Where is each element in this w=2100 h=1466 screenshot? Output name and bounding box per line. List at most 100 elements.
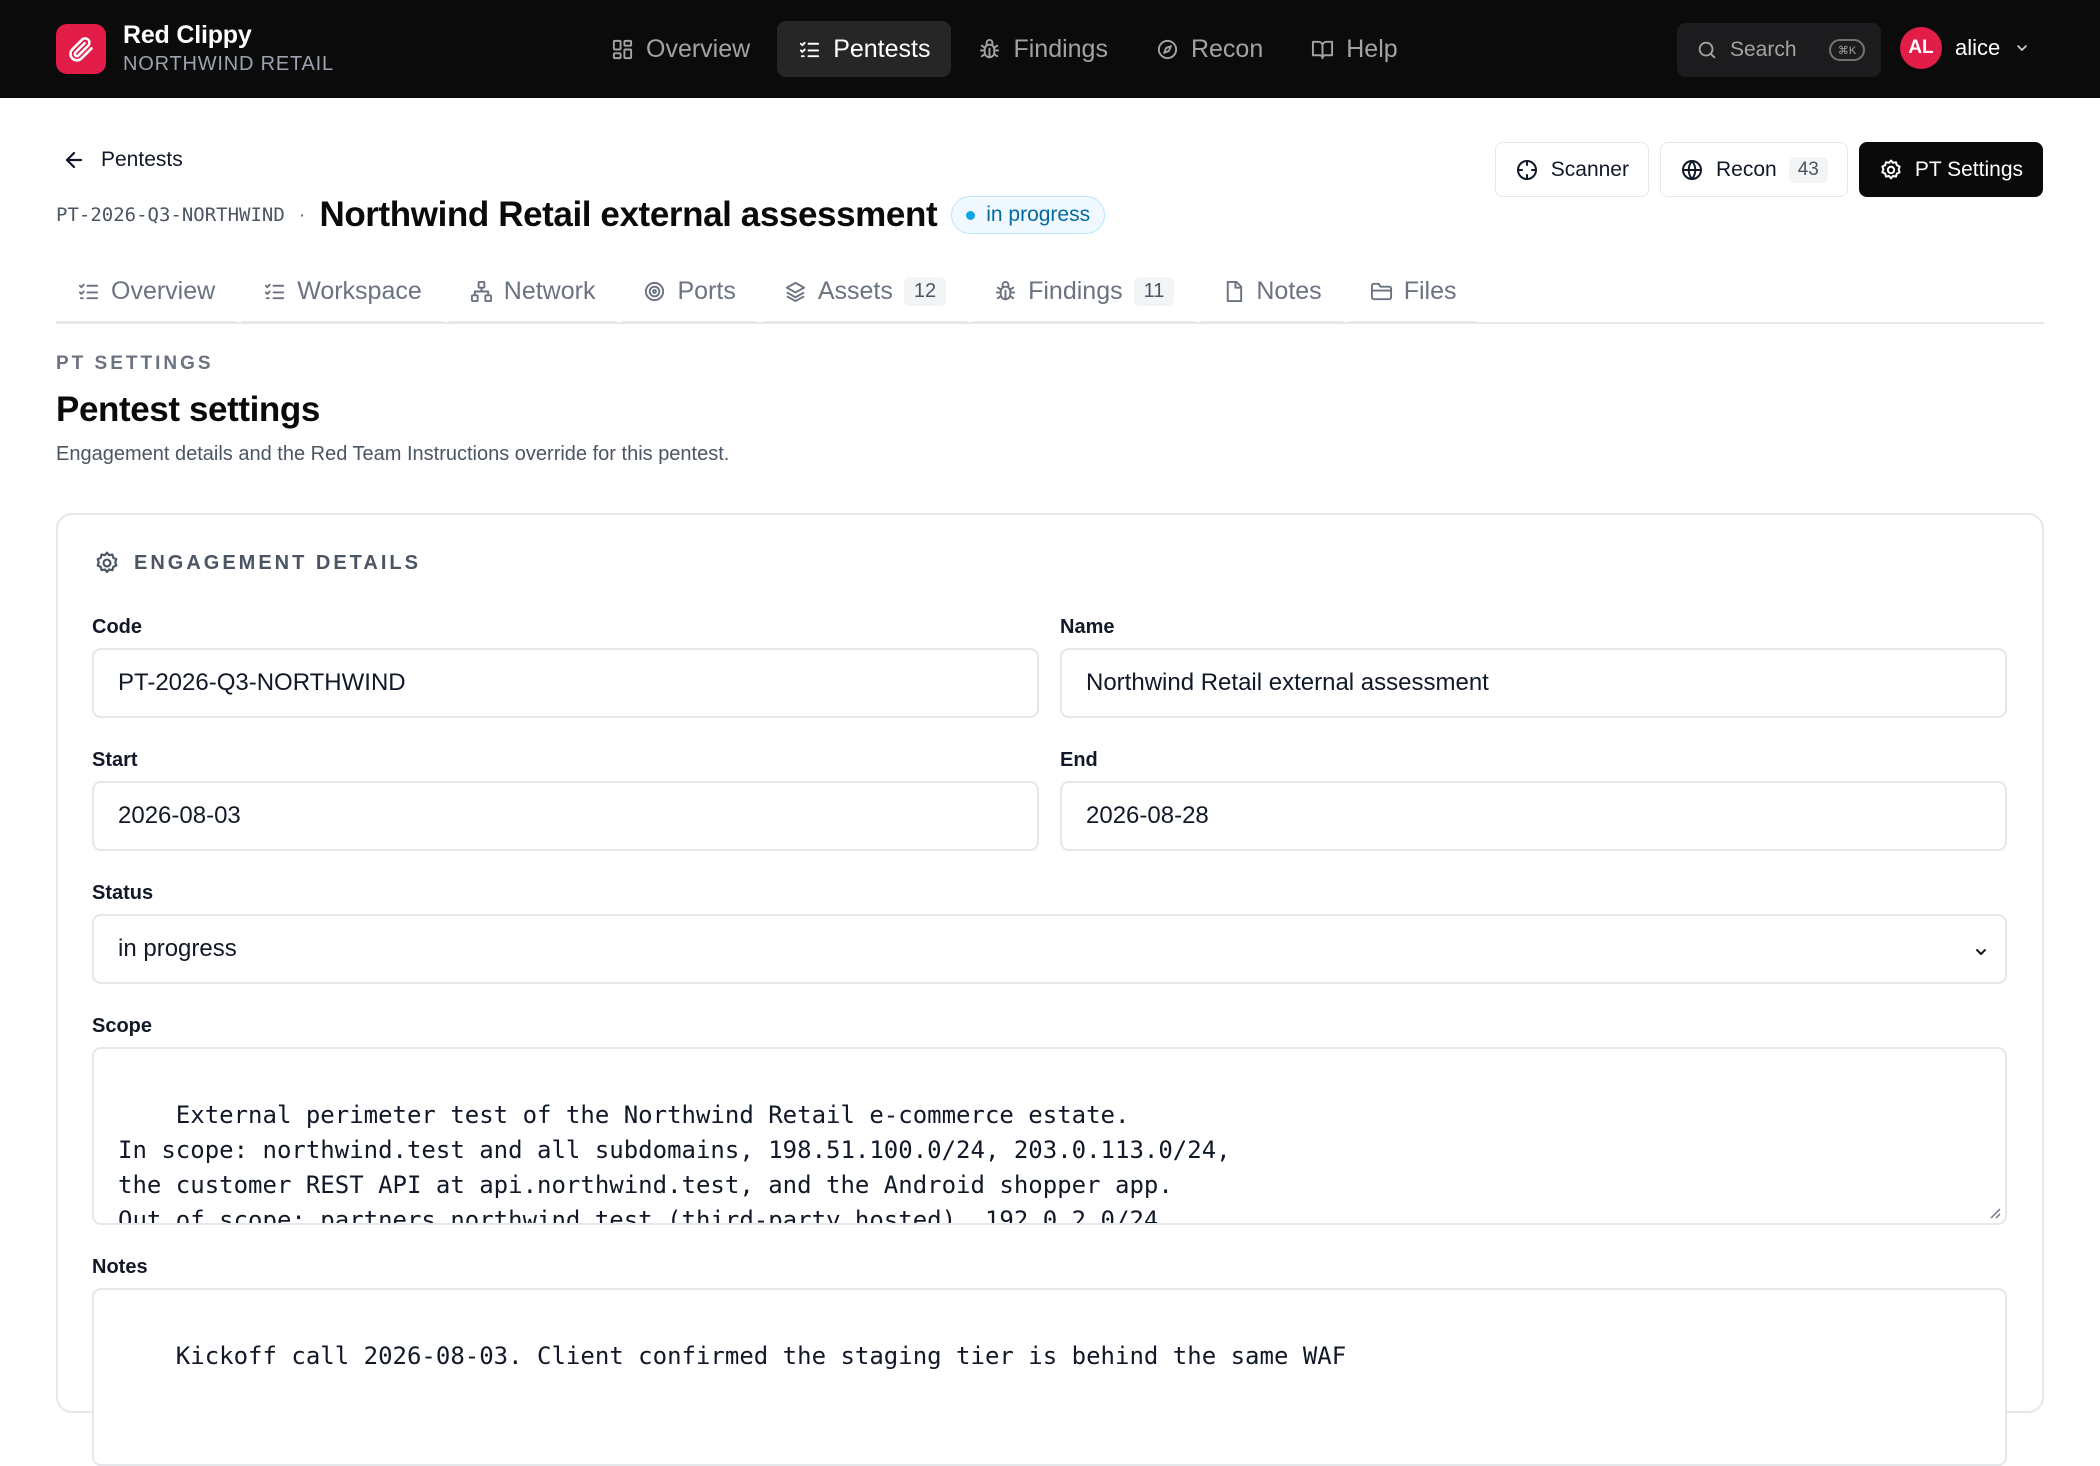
status-dot-icon (966, 210, 976, 220)
paperclip-icon (56, 24, 106, 74)
brand[interactable]: Red Clippy NORTHWIND RETAIL (56, 20, 334, 78)
user-name: alice (1955, 35, 2001, 60)
tab-label: Findings (1028, 277, 1123, 305)
top-bar: Red Clippy NORTHWIND RETAIL Overview Pen… (0, 0, 2100, 98)
tab-label: Ports (677, 277, 736, 305)
tab-assets[interactable]: Assets 12 (762, 262, 968, 324)
status-select[interactable]: in progress (92, 914, 2007, 984)
tab-label: Files (1403, 277, 1457, 305)
tab-count-badge: 11 (1133, 277, 1175, 306)
nav-recon[interactable]: Recon (1135, 21, 1284, 77)
tab-files[interactable]: Files (1348, 262, 1478, 324)
nav-overview[interactable]: Overview (590, 21, 771, 77)
name-label: Name (1060, 616, 1115, 638)
page-title: Northwind Retail external assessment (319, 195, 938, 234)
nav-label: Help (1346, 34, 1398, 63)
tab-overview[interactable]: Overview (56, 262, 237, 324)
status-badge: in progress (951, 196, 1106, 234)
arrow-left-icon (62, 148, 101, 172)
org-name: NORTHWIND RETAIL (123, 53, 334, 75)
user-menu[interactable]: AL alice (1900, 27, 2030, 69)
app-name: Red Clippy (123, 21, 252, 49)
search-button[interactable]: Search ⌘K (1677, 23, 1881, 77)
status-select-value: in progress (118, 935, 237, 962)
nav-help[interactable]: Help (1290, 21, 1418, 77)
nav-label: Recon (1190, 34, 1264, 63)
status-label: Status (92, 882, 154, 904)
scope-text: External perimeter test of the Northwind… (118, 1101, 1231, 1225)
card-title: ENGAGEMENT DETAILS (134, 551, 421, 574)
list-checks-icon (77, 280, 111, 303)
tab-notes[interactable]: Notes (1201, 262, 1343, 324)
notes-text: Kickoff call 2026-08-03. Client confirme… (175, 1342, 1347, 1370)
bug-icon (978, 38, 1013, 61)
compass-icon (1156, 38, 1191, 61)
folder-icon (1370, 280, 1404, 303)
pentest-tabs: Overview Workspace Network Ports Assets … (56, 262, 2044, 324)
file-icon (1222, 280, 1256, 303)
crosshair-icon (1515, 158, 1551, 182)
section-eyebrow: PT SETTINGS (56, 353, 214, 374)
main-nav: Overview Pentests Findings Recon Help (590, 21, 1425, 77)
back-link-label: Pentests (101, 148, 183, 171)
end-label: End (1060, 749, 1098, 771)
scope-label: Scope (92, 1015, 153, 1037)
chevron-down-icon (2014, 40, 2030, 56)
pentest-code: PT-2026-Q3-NORTHWIND (56, 204, 285, 226)
recon-button[interactable]: Recon 43 (1659, 142, 1848, 197)
pentest-title-row: PT-2026-Q3-NORTHWIND · Northwind Retail … (56, 192, 1106, 238)
start-date-input[interactable]: 2026-08-03 (92, 781, 1039, 851)
notes-label: Notes (92, 1256, 148, 1278)
section-description: Engagement details and the Red Team Inst… (56, 443, 730, 465)
engagement-details-card: ENGAGEMENT DETAILS Code PT-2026-Q3-NORTH… (56, 513, 2044, 1466)
header-actions: Scanner Recon 43 PT Settings (1484, 142, 2043, 197)
code-label: Code (92, 616, 142, 638)
keyboard-shortcut: ⌘K (1829, 39, 1865, 61)
nav-label: Pentests (833, 34, 931, 63)
separator: · (298, 203, 306, 226)
list-checks-icon (263, 280, 297, 303)
pt-settings-button-label: PT Settings (1914, 157, 2023, 181)
nav-label: Overview (646, 34, 751, 63)
gear-icon (94, 550, 120, 576)
tab-label: Overview (111, 277, 216, 305)
avatar: AL (1900, 27, 1942, 69)
section-title: Pentest settings (56, 390, 320, 429)
list-checks-icon (798, 38, 833, 61)
nav-pentests[interactable]: Pentests (777, 21, 952, 77)
tab-network[interactable]: Network (448, 262, 617, 324)
layers-icon (784, 280, 818, 303)
tab-ports[interactable]: Ports (622, 262, 757, 324)
pt-settings-button[interactable]: PT Settings (1858, 142, 2043, 197)
scanner-button[interactable]: Scanner (1494, 142, 1649, 197)
grid-icon (611, 38, 646, 61)
name-input[interactable]: Northwind Retail external assessment (1060, 648, 2007, 718)
network-icon (470, 280, 504, 303)
nav-findings[interactable]: Findings (957, 21, 1129, 77)
tab-workspace[interactable]: Workspace (242, 262, 443, 324)
search-label: Search (1730, 38, 1797, 61)
end-date-input[interactable]: 2026-08-28 (1060, 781, 2007, 851)
scanner-button-label: Scanner (1550, 157, 1629, 181)
tab-label: Workspace (297, 277, 422, 305)
status-badge-label: in progress (986, 203, 1091, 226)
notes-textarea[interactable]: Kickoff call 2026-08-03. Client confirme… (92, 1288, 2007, 1466)
tab-label: Network (503, 277, 596, 305)
recon-button-label: Recon (1715, 157, 1777, 181)
start-label: Start (92, 749, 138, 771)
tab-label: Assets (817, 277, 893, 305)
gear-icon (1879, 158, 1915, 182)
bug-icon (994, 280, 1028, 303)
book-icon (1311, 38, 1346, 61)
tab-findings[interactable]: Findings 11 (973, 262, 1196, 324)
code-input[interactable]: PT-2026-Q3-NORTHWIND (92, 648, 1039, 718)
search-icon (1696, 39, 1718, 61)
radar-icon (643, 280, 677, 303)
recon-count-badge: 43 (1788, 156, 1828, 183)
globe-icon (1680, 158, 1716, 182)
scope-textarea[interactable]: External perimeter test of the Northwind… (92, 1047, 2007, 1225)
back-link[interactable]: Pentests (62, 148, 183, 172)
resize-handle-icon[interactable] (1987, 1205, 2001, 1219)
tab-count-badge: 12 (903, 277, 947, 306)
tab-label: Notes (1256, 277, 1322, 305)
